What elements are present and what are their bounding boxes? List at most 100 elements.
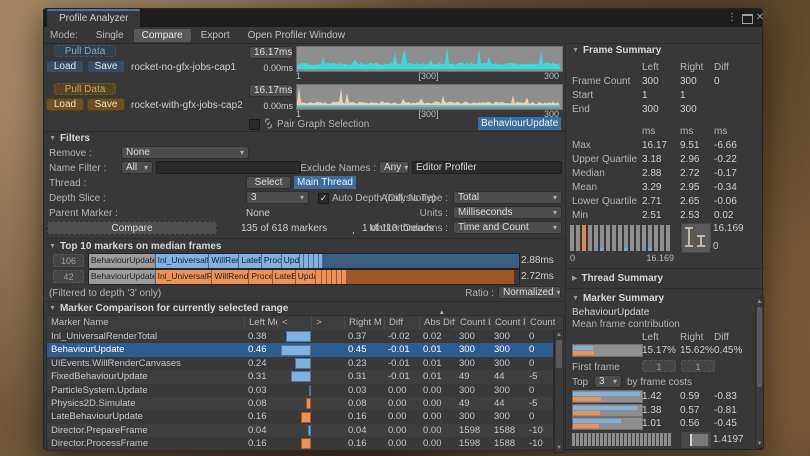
marker-summary-histogram[interactable] — [572, 432, 672, 446]
table-row[interactable]: LateBehaviourUpdate0.160.160.000.0030030… — [47, 410, 553, 423]
depth-slice-dropdown[interactable]: 3▾ — [246, 191, 309, 204]
y-axis-min-right: 0.00ms — [249, 100, 293, 113]
marker-summary-header[interactable]: ▼Marker Summary — [572, 293, 664, 304]
column-header-count-d[interactable]: Count D — [525, 316, 555, 331]
load-button-left[interactable]: Load — [46, 60, 84, 73]
frame-summary-boxplot[interactable] — [681, 223, 711, 253]
frame-graph-left[interactable] — [296, 46, 563, 72]
frame-stat-row: Upper Quartile3.182.96-0.22 — [572, 153, 762, 166]
top10-segment: Proce — [249, 270, 272, 284]
ratio-dropdown[interactable]: Normalized▾ — [498, 286, 561, 299]
thread-summary-header[interactable]: ▶Thread Summary — [572, 273, 663, 284]
filters-header[interactable]: ▼Filters — [49, 133, 90, 144]
close-icon[interactable]: ✕ — [754, 9, 766, 27]
column-header-diff[interactable]: Diff — [384, 316, 419, 331]
marker-columns-dropdown[interactable]: Time and Count▾ — [453, 221, 562, 234]
table-row[interactable]: Physics2D.Simulate0.080.080.000.004944-5 — [47, 397, 553, 410]
scroll-down-icon[interactable]: ▼ — [555, 445, 563, 451]
top10-bar-left[interactable]: BehaviourUpdateInl_UniversalRWillRenLate… — [88, 253, 520, 269]
value-cell: 0.08 — [244, 397, 277, 410]
value-cell — [277, 410, 311, 423]
table-row[interactable]: BehaviourUpdate0.460.45-0.010.013003000 — [47, 343, 553, 356]
mode-export[interactable]: Export — [193, 29, 238, 42]
frame-summary-header[interactable]: ▼Frame Summary — [572, 45, 661, 56]
remove-dropdown[interactable]: None▾ — [121, 146, 249, 159]
value-cell: 300 — [455, 343, 490, 356]
scroll-up-icon[interactable]: ▲ — [555, 332, 563, 338]
marker-summary-boxplot[interactable] — [681, 432, 711, 448]
maximize-icon[interactable] — [742, 14, 753, 24]
selected-marker-chip[interactable]: BehaviourUpdate — [478, 117, 561, 130]
pull-data-button-left[interactable]: Pull Data — [54, 45, 116, 57]
histogram-bar — [620, 433, 623, 446]
stat-label: Max — [572, 139, 591, 152]
column-header--[interactable]: < — [277, 316, 311, 331]
top10-bar-right[interactable]: BehaviourUpdateInl_UniversalReWillRendeP… — [88, 269, 520, 285]
value-cell — [277, 437, 311, 450]
window-titlebar[interactable]: Profile Analyzer ⋮ ✕ — [44, 9, 762, 27]
histogram-bar — [654, 225, 658, 251]
name-filter-mode-dropdown[interactable]: All▾ — [121, 161, 153, 174]
column-header-right-m[interactable]: Right M — [344, 316, 384, 331]
y-axis-scale-dropdown-right[interactable]: 16.17ms▾ — [249, 84, 293, 97]
column-header--[interactable]: > — [311, 316, 344, 331]
comparison-scrollbar[interactable]: ▲ ▼ — [554, 330, 564, 453]
y-axis-scale-dropdown-left[interactable]: 16.17ms▾ — [249, 46, 293, 59]
column-header-abs-diff[interactable]: Abs Diff — [419, 316, 455, 331]
column-header-count-l[interactable]: Count L — [455, 316, 490, 331]
depth-slice-value: 3 — [251, 192, 257, 203]
units-dropdown[interactable]: Milliseconds▾ — [453, 206, 562, 219]
exclude-mode-dropdown[interactable]: Any▾ — [379, 161, 409, 174]
column-header-marker-name[interactable]: Marker Name — [47, 316, 244, 331]
thread-select-button[interactable]: Select — [246, 176, 291, 189]
table-row[interactable]: Director.ProcessFrame0.160.160.000.00159… — [47, 437, 553, 450]
name-filter-input[interactable] — [156, 161, 301, 174]
save-button-right[interactable]: Save — [87, 98, 125, 111]
auto-depth-checkbox[interactable]: ✓ — [318, 193, 329, 204]
stat-label: End — [572, 103, 590, 116]
first-frame-button-left[interactable]: 1 — [642, 360, 676, 372]
column-header-left-me[interactable]: Left Me — [244, 316, 277, 331]
mode-open-profiler-window[interactable]: Open Profiler Window — [240, 29, 353, 42]
frame-summary-histogram[interactable] — [570, 223, 674, 251]
scrollbar-thumb[interactable] — [556, 340, 562, 368]
save-button-left[interactable]: Save — [87, 60, 125, 73]
top10-value-left: 2.88ms — [521, 254, 554, 267]
value-cell — [311, 424, 344, 437]
stat-right: 2.95 — [680, 181, 699, 194]
scroll-down-icon[interactable]: ▼ — [756, 441, 763, 447]
pull-data-button-right[interactable]: Pull Data — [54, 83, 116, 95]
table-row[interactable]: ParticleSystem.Update0.030.030.000.00300… — [47, 384, 553, 397]
table-row[interactable]: FixedBehaviourUpdate0.310.31-0.010.01494… — [47, 370, 553, 383]
frame-stat-row: Median2.882.72-0.17 — [572, 167, 762, 180]
frame-graph-right[interactable] — [296, 84, 563, 110]
table-row[interactable]: UIEvents.WillRenderCanvases0.240.23-0.01… — [47, 357, 553, 370]
first-frame-button-right[interactable]: 1 — [681, 360, 715, 372]
scroll-up-icon[interactable]: ▲ — [756, 299, 763, 305]
top10-header[interactable]: ▼Top 10 markers on median frames — [49, 241, 221, 252]
analysis-type-dropdown[interactable]: Total▾ — [453, 191, 562, 204]
marker-name-cell: BehaviourUpdate — [47, 343, 244, 356]
cost-left: 1.42 — [642, 390, 661, 403]
mode-compare[interactable]: Compare — [134, 29, 191, 42]
value-cell — [311, 330, 344, 343]
comparison-header[interactable]: ▼Marker Comparison for currently selecte… — [49, 303, 288, 314]
menu-icon[interactable]: ⋮ — [726, 9, 738, 27]
thread-value-chip[interactable]: Main Thread — [294, 176, 356, 189]
exclude-names-input[interactable]: Editor Profiler — [412, 161, 562, 174]
top10-frame-count-left[interactable]: 106 — [53, 254, 84, 267]
mode-single[interactable]: Single — [88, 29, 132, 42]
top10-frame-count-right[interactable]: 42 — [53, 270, 84, 283]
table-row[interactable]: Inl_UniversalRenderTotal0.380.37-0.020.0… — [47, 330, 553, 343]
compare-button[interactable]: Compare — [47, 221, 217, 235]
pair-graph-checkbox[interactable] — [249, 119, 260, 130]
scrollbar-thumb[interactable] — [757, 307, 762, 387]
tab-profile-analyzer[interactable]: Profile Analyzer — [47, 9, 140, 29]
marker-summary-scrollbar[interactable]: ▲ ▼ — [755, 297, 764, 449]
top-n-dropdown[interactable]: 3▾ — [594, 375, 622, 388]
pair-graph-label: Pair Graph Selection — [277, 118, 369, 131]
table-row[interactable]: Director.PrepareFrame0.040.040.000.00159… — [47, 424, 553, 437]
column-header-count-r[interactable]: Count R — [490, 316, 525, 331]
value-cell: 0 — [525, 330, 554, 343]
load-button-right[interactable]: Load — [46, 98, 84, 111]
